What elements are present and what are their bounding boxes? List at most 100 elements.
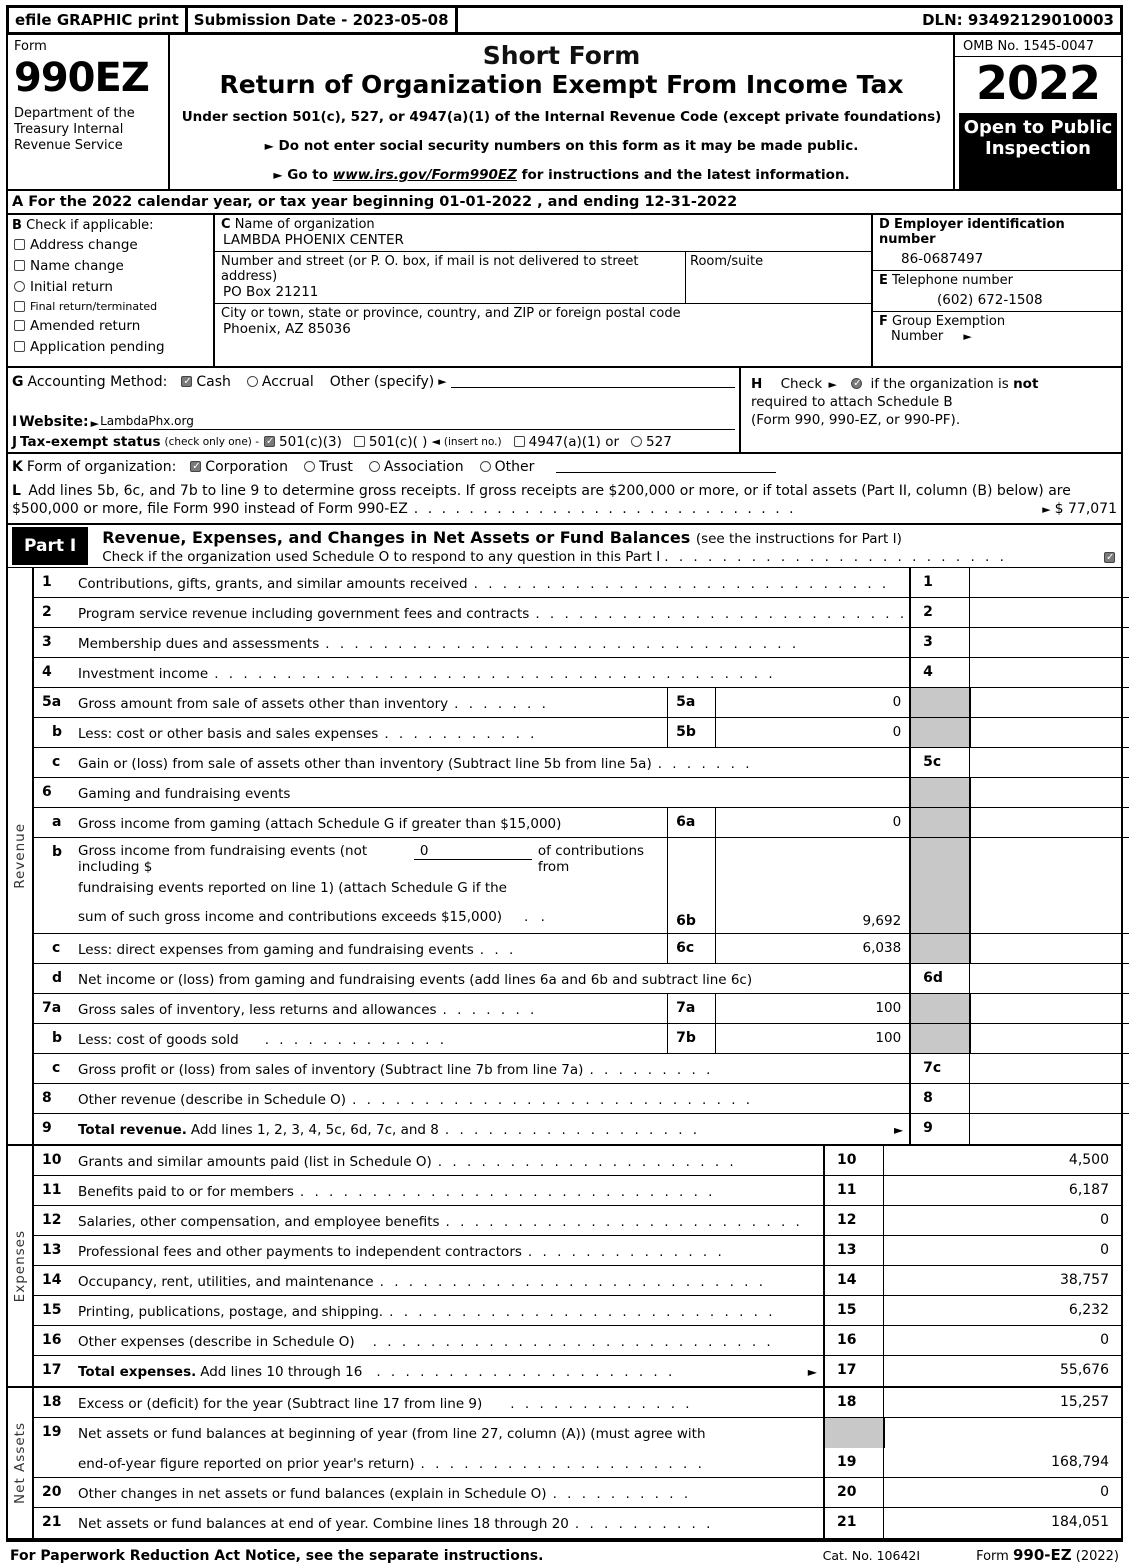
line-number: 4 [42,664,52,681]
checkbox-corporation-icon[interactable] [190,461,202,473]
sub-amount-box: 6c 6,038 [667,934,909,964]
checkbox-association-icon[interactable] [368,461,380,473]
form-of-organization-other-input[interactable] [556,460,777,474]
part1-title: Revenue, Expenses, and Changes in Net As… [102,528,691,548]
checkbox-icon[interactable] [14,320,25,332]
fundraising-contributions-input[interactable]: 0 [413,843,532,861]
line-number: 17 [42,1362,62,1379]
triangle-left-icon: ◄ [431,435,440,449]
line-description: Professional fees and other payments to … [76,1236,823,1265]
leader-dots: . . . . . . . . . . . . . . . . . . . . … [664,549,1007,566]
checkbox-amended-return[interactable]: Amended return [14,318,209,334]
insert-no-label: (insert no.) [443,435,502,448]
checkbox-trust-icon[interactable] [304,461,315,473]
checkbox-icon[interactable] [14,281,25,293]
line-number: 7a [42,1000,62,1017]
line-description: Other expenses (describe in Schedule O) … [76,1326,823,1355]
line-text: Salaries, other compensation, and employ… [78,1213,440,1230]
line-number: c [52,940,61,957]
section-i-website: I Website: ► LambdaPhx.org [12,414,735,430]
outer-line-number: 8 [909,1084,969,1114]
line-description: Less: direct expenses from gaming and fu… [76,934,667,963]
line-number: 16 [42,1332,62,1349]
line-text: Add lines 1, 2, 3, 4, 5c, 6d, 7c, and 8 [190,1122,439,1139]
checkbox-name-change[interactable]: Name change [14,258,209,274]
table-row: 13 Professional fees and other payments … [34,1236,1121,1267]
leader-dots: . . . . . . . . . . . . . . . . . . . . [420,1455,705,1472]
line-number: 20 [42,1484,62,1501]
leader-dots: . . . . . . . . . . . . . . . . . . . . … [437,1153,737,1170]
submission-date-label: Submission Date - 2023-05-08 [187,8,455,32]
sub-amount-value: 0 [892,694,902,711]
checkbox-4947a1-icon[interactable] [513,436,525,448]
checkbox-527-icon[interactable] [631,436,643,448]
table-row: d Net income or (loss) from gaming and f… [34,964,1129,995]
checkbox-schedule-o-icon[interactable] [1104,551,1115,563]
table-row: b Gross income from fundraising events (… [34,838,1129,935]
shaded-cell [909,994,970,1024]
checkbox-application-pending[interactable]: Application pending [14,339,209,355]
page-title: Return of Organization Exempt From Incom… [219,70,904,99]
amount-value: 214 [969,658,1129,688]
irs-form990ez-link[interactable]: www.irs.gov/Form990EZ [333,167,517,183]
leader-dots: . . . . . . . . . . . . . . . . . . . . … [325,635,800,652]
website-label: Website: [19,413,89,430]
net-assets-rows: 18 Excess or (deficit) for the year (Sub… [34,1388,1121,1539]
line-text: Membership dues and assessments [78,635,320,652]
accounting-cash-label: Cash [196,373,231,390]
section-j-letter: J [12,433,18,450]
efile-header-bar: efile GRAPHIC print Submission Date - 20… [6,5,1123,35]
checkbox-icon[interactable] [14,300,25,312]
checkbox-final-return[interactable]: Final return/terminated [14,300,209,313]
checkbox-501c-icon[interactable] [353,436,365,448]
table-row: 2 Program service revenue including gove… [34,598,1129,629]
checkbox-501c3-icon[interactable] [264,436,276,448]
table-row: c Gross profit or (loss) from sales of i… [34,1054,1129,1085]
sub-amount-box: 7b 100 [667,1024,909,1054]
empty-amount-cell [969,1024,1129,1054]
section-c-letter: C [221,216,231,232]
section-b-heading: B Check if applicable: [12,218,209,233]
leader-dots: . . . . . . . . . . . . . . . . . . . . … [535,605,908,622]
checkbox-icon[interactable] [14,260,25,272]
line-number: 6 [42,784,52,801]
checkbox-schedule-b-icon[interactable] [851,377,863,389]
line-text: Gross sales of inventory, less returns a… [78,1001,437,1018]
phone-value: (602) 672-1508 [937,291,1043,308]
table-row: 15 Printing, publications, postage, and … [34,1296,1121,1327]
line-description: Investment income . . . . . . . . . . . … [76,658,909,687]
outer-line-number: 2 [909,598,969,628]
leader-dots: . . . . . . . . . . . . . . . . . . . . … [376,1364,676,1381]
org-info-block: B Check if applicable: Address change Na… [8,214,1121,368]
checkbox-cash-icon[interactable] [181,376,193,388]
website-value[interactable]: LambdaPhx.org [99,414,735,430]
shaded-cell [909,718,970,748]
line-description: Gross income from gaming (attach Schedul… [76,808,667,837]
checkbox-icon[interactable] [14,341,25,353]
checkbox-initial-return[interactable]: Initial return [14,279,209,295]
ssn-notice-text: Do not enter social security numbers on … [278,137,859,154]
leader-dots: . . . . . . . . . . . . . . . . . . . . … [473,575,890,592]
line-number: b [52,724,63,741]
line-number: 21 [42,1514,62,1531]
leader-dots: . . . . . . . . . . . . . . . . . . . . … [352,1091,754,1108]
paperwork-notice: For Paperwork Reduction Act Notice, see … [10,1548,544,1564]
checkbox-accrual-icon[interactable] [246,376,258,388]
amount-value: 168,794 [883,1448,1121,1478]
line-description: Printing, publications, postage, and shi… [76,1296,823,1325]
leader-dots: . . . . . . . . . . . . . . . . . . . . … [389,1303,776,1320]
checkbox-other-icon[interactable] [479,461,491,473]
section-e-letter: E [879,272,888,288]
line-text: Grants and similar amounts paid (list in… [78,1153,432,1170]
section-g-accounting-method: G Accounting Method: Cash Accrual Other … [12,374,735,390]
checkbox-icon[interactable] [14,239,25,251]
leader-dots: . . . . . . . . . . . . . . . . . . . . … [214,665,776,682]
line-description: Total revenue. Add lines 1, 2, 3, 4, 5c,… [76,1114,909,1144]
table-row: 19 Net assets or fund balances at beginn… [34,1418,1121,1449]
accounting-other-input[interactable] [450,375,735,389]
section-l-text2: $500,000 or more, file Form 990 instead … [12,500,408,517]
shaded-cell [909,808,970,838]
shaded-cell [909,934,970,964]
checkbox-address-change[interactable]: Address change [14,237,209,253]
schedule-o-check-row[interactable]: Check if the organization used Schedule … [102,549,1121,567]
